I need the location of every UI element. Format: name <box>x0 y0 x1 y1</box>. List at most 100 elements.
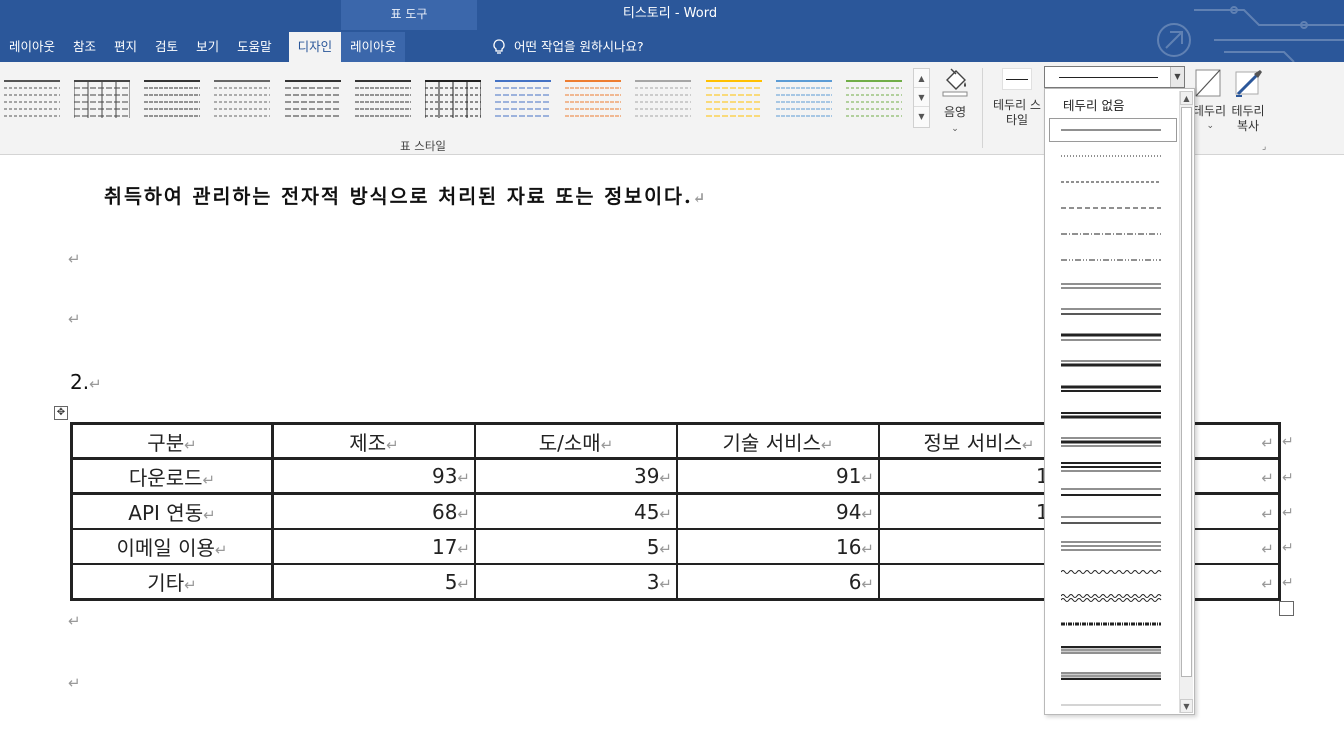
line-style-option-thin[interactable] <box>1045 689 1181 715</box>
row-end-mark-icon: ↵ <box>1282 575 1294 591</box>
line-style-option-dash-dot-dot[interactable] <box>1045 247 1181 273</box>
line-style-option-dash-dot[interactable] <box>1045 221 1181 247</box>
line-style-engrave-icon <box>1061 672 1161 680</box>
dropdown-scrollbar[interactable]: ▲ ▼ <box>1179 91 1193 713</box>
value-cell[interactable]: 3↵ <box>475 564 677 599</box>
row-end-mark-icon: ↵ <box>1282 434 1294 450</box>
tab-view[interactable]: 보기 <box>187 32 228 62</box>
table-style-thumbnail[interactable] <box>561 68 631 128</box>
table-style-thumbnail[interactable] <box>702 68 772 128</box>
table-style-thumbnail[interactable] <box>772 68 842 128</box>
line-style-thick-thin-2-icon <box>1061 385 1161 392</box>
line-style-option-thin-thick-2[interactable] <box>1045 403 1181 429</box>
value-cell[interactable]: 91↵ <box>677 459 879 494</box>
scroll-up-icon[interactable]: ▲ <box>1180 91 1193 105</box>
line-style-option-thick-thin-thick[interactable] <box>1045 429 1181 455</box>
tab-mailings[interactable]: 편지 <box>105 32 146 62</box>
tab-references[interactable]: 참조 <box>64 32 105 62</box>
header-cell[interactable]: 도/소매↵ <box>475 424 677 459</box>
line-style-sample <box>1059 77 1158 78</box>
line-style-option-single[interactable] <box>1048 117 1178 143</box>
empty-paragraph-mark-icon: ↵ <box>68 250 81 268</box>
lightbulb-icon <box>493 39 505 54</box>
row-label-cell[interactable]: 이메일 이용↵ <box>72 529 273 564</box>
line-style-option-small-dash[interactable] <box>1045 169 1181 195</box>
value-cell[interactable]: 17↵ <box>273 529 475 564</box>
table-style-thumbnail[interactable] <box>631 68 701 128</box>
tell-me-box[interactable]: 어떤 작업을 원하시나요? <box>492 32 644 62</box>
line-style-option-thin-thick-3[interactable] <box>1045 481 1181 507</box>
value-cell[interactable]: 6↵ <box>677 564 879 599</box>
tab-table-layout[interactable]: 레이아웃 <box>341 32 406 62</box>
line-style-option-dotted[interactable] <box>1045 143 1181 169</box>
borders-icon <box>1195 69 1221 97</box>
window-title: 티스토리 - Word <box>622 6 718 21</box>
value-cell[interactable]: 5↵ <box>273 564 475 599</box>
gallery-scroll: ▲ ▼ ▼ <box>913 68 930 128</box>
line-style-option-dash[interactable] <box>1045 195 1181 221</box>
tab-help[interactable]: 도움말 <box>228 32 281 62</box>
empty-paragraph-mark-icon: ↵ <box>68 310 81 328</box>
line-style-option-double-wave[interactable] <box>1045 585 1181 611</box>
dialog-launcher-icon[interactable]: ⌟ <box>1262 142 1272 152</box>
line-style-option-engrave[interactable] <box>1045 663 1181 689</box>
table-resize-handle[interactable] <box>1279 601 1294 616</box>
shading-button[interactable]: 음영 ⌄ <box>934 66 976 136</box>
line-style-option-triple[interactable] <box>1045 455 1181 481</box>
table-style-thumbnail[interactable] <box>210 68 280 128</box>
header-cell[interactable]: 제조↵ <box>273 424 475 459</box>
row-label-cell[interactable]: 기타↵ <box>72 564 273 599</box>
value-cell[interactable]: 39↵ <box>475 459 677 494</box>
scroll-thumb[interactable] <box>1181 107 1192 677</box>
table-move-handle-icon[interactable]: ✥ <box>54 406 68 420</box>
border-painter-button[interactable]: 테두리 복사 <box>1228 66 1268 136</box>
header-cell[interactable]: 기술 서비스↵ <box>677 424 879 459</box>
gallery-up-icon[interactable]: ▲ <box>914 69 929 88</box>
table-style-thumbnail[interactable] <box>70 68 140 128</box>
line-style-option-thin-thick[interactable] <box>1045 351 1181 377</box>
line-style-option-thin-double[interactable] <box>1045 507 1181 533</box>
line-style-option-thick-thin[interactable] <box>1045 325 1181 351</box>
table-style-thumbnail[interactable] <box>421 68 491 128</box>
line-style-option-triple-thin[interactable] <box>1045 533 1181 559</box>
line-style-option-double-2[interactable] <box>1045 299 1181 325</box>
header-cell[interactable]: 구분↵ <box>72 424 273 459</box>
combo-chevron-down-icon[interactable]: ▼ <box>1170 67 1184 87</box>
value-cell[interactable]: 16↵ <box>677 529 879 564</box>
line-style-option-thick-thin-2[interactable] <box>1045 377 1181 403</box>
row-label-cell[interactable]: API 연동↵ <box>72 494 273 529</box>
line-style-option-double[interactable] <box>1045 273 1181 299</box>
tab-table-design[interactable]: 디자인 <box>288 32 342 62</box>
table-style-thumbnail[interactable] <box>281 68 351 128</box>
table-style-thumbnail[interactable] <box>140 68 210 128</box>
tab-review[interactable]: 검토 <box>146 32 187 62</box>
line-style-combo[interactable]: ▼ <box>1044 66 1185 88</box>
value-cell[interactable]: 45↵ <box>475 494 677 529</box>
no-border-option[interactable]: 테두리 없음 <box>1063 95 1124 114</box>
value-cell[interactable]: 93↵ <box>273 459 475 494</box>
border-styles-button[interactable]: 테두리 스타일 <box>990 66 1044 136</box>
line-style-thin-icon <box>1061 704 1161 706</box>
gallery-down-icon[interactable]: ▼ <box>914 88 929 107</box>
line-style-option-dash-dot-stroked[interactable] <box>1045 611 1181 637</box>
line-style-option-emboss[interactable] <box>1045 637 1181 663</box>
value-cell[interactable]: 5↵ <box>475 529 677 564</box>
tab-layout[interactable]: 레이아웃 <box>0 32 64 62</box>
paragraph-mark-icon: ↵ <box>692 189 708 207</box>
border-painter-icon <box>1235 70 1262 97</box>
line-style-option-wave[interactable] <box>1045 559 1181 585</box>
table-style-thumbnail[interactable] <box>842 68 912 128</box>
table-style-thumbnail[interactable] <box>491 68 561 128</box>
table-style-thumbnail[interactable] <box>0 68 70 128</box>
table-style-thumbnail[interactable] <box>351 68 421 128</box>
value-cell[interactable]: 94↵ <box>677 494 879 529</box>
gallery-more-icon[interactable]: ▼ <box>914 107 929 126</box>
line-style-dash-dot-dot-icon <box>1061 259 1161 261</box>
value-cell[interactable]: 68↵ <box>273 494 475 529</box>
scroll-down-icon[interactable]: ▼ <box>1180 699 1193 713</box>
row-label-cell[interactable]: 다운로드↵ <box>72 459 273 494</box>
row-end-mark-icon: ↵ <box>1282 540 1294 556</box>
row-end-mark-icon: ↵ <box>1282 505 1294 521</box>
line-style-thin-thick-2-icon <box>1061 412 1161 419</box>
table-style-preview-icon <box>354 80 411 117</box>
